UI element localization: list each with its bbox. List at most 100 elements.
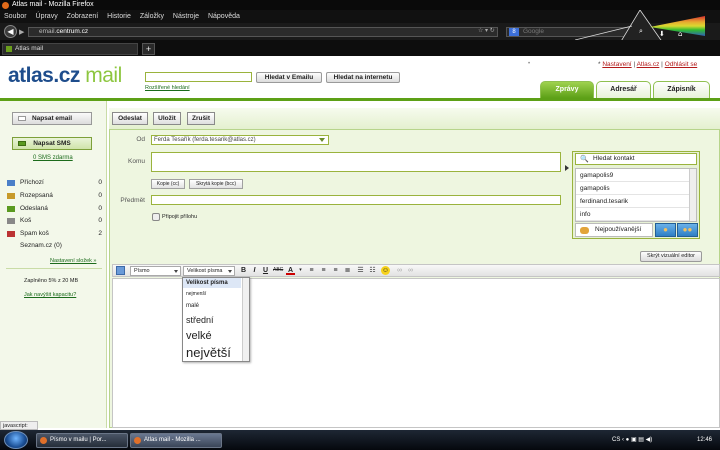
numbered-list-icon[interactable]: ☷ bbox=[368, 266, 377, 275]
write-email-button[interactable]: Napsat email bbox=[12, 112, 92, 125]
url-domain: centrum.cz bbox=[56, 28, 89, 35]
size-option-small[interactable]: malé bbox=[186, 303, 199, 309]
bold-button[interactable]: B bbox=[239, 266, 248, 275]
write-sms-button[interactable]: Napsat SMS bbox=[12, 137, 92, 150]
contact-list-scrollbar[interactable] bbox=[689, 169, 696, 221]
to-field[interactable] bbox=[151, 152, 561, 172]
to-label: Komu bbox=[128, 158, 145, 165]
cancel-button[interactable]: Zrušit bbox=[187, 112, 215, 125]
bullet-list-icon[interactable]: ☰ bbox=[356, 266, 365, 275]
font-select[interactable]: Písmo bbox=[130, 266, 181, 276]
search-icon[interactable]: ⌕ bbox=[639, 27, 643, 35]
menu-zalozky[interactable]: Záložky bbox=[140, 13, 164, 20]
align-right-icon[interactable]: ≡ bbox=[331, 266, 340, 275]
url-bar[interactable]: email.centrum.cz bbox=[28, 27, 498, 37]
tab-title: Atlas mail bbox=[15, 45, 44, 52]
attach-button[interactable]: Připojit přílohu bbox=[152, 213, 197, 221]
back-button[interactable]: ◀ bbox=[4, 25, 17, 38]
single-contact-icon[interactable]: ● bbox=[655, 223, 676, 237]
size-option-smallest[interactable]: nejmenší bbox=[186, 291, 206, 297]
folder-name: Odeslaná bbox=[20, 205, 48, 212]
menu-historie[interactable]: Historie bbox=[107, 13, 131, 20]
search-web-button[interactable]: Hledat na internetu bbox=[326, 72, 400, 83]
language-indicator[interactable]: CS bbox=[612, 437, 620, 443]
atlas-mail-logo[interactable]: atlas.cz mail bbox=[8, 64, 122, 88]
new-tab-button[interactable]: + bbox=[142, 43, 155, 55]
size-option-large[interactable]: velké bbox=[186, 330, 212, 342]
folder-settings-link[interactable]: Nastavení složek » bbox=[50, 258, 96, 264]
dropdown-scrollbar[interactable] bbox=[242, 278, 249, 361]
size-option-medium[interactable]: střední bbox=[186, 315, 214, 325]
settings-link[interactable]: Nastavení bbox=[602, 61, 631, 68]
forward-button[interactable]: ▶ bbox=[19, 28, 27, 36]
task-label: Atlas mail - Mozilla ... bbox=[144, 437, 201, 443]
from-value: Ferda Tesařík (ferda.tesarik@atlas.cz) bbox=[154, 137, 256, 143]
font-size-select[interactable]: Velikost písma bbox=[183, 266, 235, 276]
strikethrough-button[interactable]: ABC bbox=[273, 266, 283, 275]
folder-trash[interactable]: Koš 0 bbox=[6, 216, 102, 226]
align-center-icon[interactable]: ≡ bbox=[319, 266, 328, 275]
text-color-button[interactable]: A bbox=[286, 266, 295, 275]
folder-sent[interactable]: Odeslaná 0 bbox=[6, 204, 102, 214]
most-used-contacts-tab[interactable]: Nejpoužívanější bbox=[575, 223, 653, 237]
folder-inbox[interactable]: Příchozí 0 bbox=[6, 178, 102, 188]
window-title: Atlas mail - Mozilla Firefox bbox=[12, 1, 94, 8]
save-button[interactable]: Uložit bbox=[153, 112, 181, 125]
contact-search-input[interactable]: 🔍 Hledat kontakt bbox=[575, 153, 697, 165]
contact-item[interactable]: gamapolis9 bbox=[576, 169, 696, 182]
taskbar-item-atlas[interactable]: Atlas mail - Mozilla ... bbox=[130, 433, 222, 448]
atlas-link[interactable]: Atlas.cz bbox=[637, 61, 660, 68]
link-icon[interactable]: ∞ bbox=[395, 266, 404, 275]
bcc-button[interactable]: Skrytá kopie (bcc) bbox=[189, 179, 243, 189]
logout-link[interactable]: Odhlásit se bbox=[665, 61, 698, 68]
hide-editor-button[interactable]: Skrýt vizuální editor bbox=[640, 251, 702, 262]
folder-spam[interactable]: Spam koš 2 bbox=[6, 229, 102, 239]
expand-arrow-icon[interactable] bbox=[565, 165, 569, 171]
align-left-icon[interactable]: ≡ bbox=[307, 266, 316, 275]
tab-zapisnik[interactable]: Zápisník bbox=[653, 81, 710, 98]
contact-item[interactable]: gamapolis bbox=[576, 182, 696, 195]
italic-button[interactable]: I bbox=[250, 266, 259, 275]
sms-free-link[interactable]: 0 SMS zdarma bbox=[33, 155, 73, 161]
folder-count: 0 bbox=[98, 205, 102, 212]
tab-zpravy[interactable]: Zprávy bbox=[540, 81, 594, 98]
search-engine-placeholder: Google bbox=[523, 28, 544, 35]
contact-item[interactable]: info bbox=[576, 208, 696, 221]
size-option-largest[interactable]: největší bbox=[186, 345, 231, 360]
from-select[interactable]: Ferda Tesařík (ferda.tesarik@atlas.cz) bbox=[151, 135, 329, 145]
underline-button[interactable]: U bbox=[261, 266, 270, 275]
contact-item[interactable]: ferdinand.tesarik bbox=[576, 195, 696, 208]
quota-link[interactable]: Jak navýšit kapacitu? bbox=[24, 292, 76, 298]
align-justify-icon[interactable]: ≣ bbox=[343, 266, 352, 275]
download-icon[interactable]: ⬇ bbox=[659, 30, 665, 38]
folder-seznam[interactable]: Seznam.cz (0) bbox=[6, 241, 102, 251]
color-dropdown-icon[interactable]: ▾ bbox=[296, 266, 305, 275]
menu-zobrazeni[interactable]: Zobrazení bbox=[67, 13, 99, 20]
send-button[interactable]: Odeslat bbox=[112, 112, 148, 125]
start-button[interactable] bbox=[4, 431, 28, 449]
subject-field[interactable] bbox=[151, 195, 561, 205]
menu-nastroje[interactable]: Nástroje bbox=[173, 13, 199, 20]
cc-button[interactable]: Kopie (cc) bbox=[151, 179, 185, 189]
menu-upravy[interactable]: Úpravy bbox=[36, 13, 58, 20]
folder-count: 0 bbox=[98, 179, 102, 186]
taskbar-item-pismo[interactable]: Písmo v mailu | Por... bbox=[36, 433, 128, 448]
group-contacts-icon[interactable]: ●● bbox=[677, 223, 698, 237]
home-icon[interactable]: ⌂ bbox=[678, 30, 682, 38]
menu-napoveda[interactable]: Nápověda bbox=[208, 13, 240, 20]
search-email-button[interactable]: Hledat v Emailu bbox=[256, 72, 322, 83]
drafts-icon bbox=[7, 193, 15, 199]
clock[interactable]: 12:46 bbox=[697, 437, 712, 443]
tray-icons[interactable]: ‹ ● ▣ ▤ ◀) bbox=[622, 437, 652, 443]
browser-tab-atlas[interactable]: Atlas mail bbox=[2, 43, 138, 55]
window-titlebar: Atlas mail - Mozilla Firefox bbox=[0, 0, 720, 10]
smiley-icon[interactable]: ☺ bbox=[381, 266, 390, 275]
tab-adresar[interactable]: Adresář bbox=[596, 81, 651, 98]
unlink-icon[interactable]: ∞ bbox=[406, 266, 415, 275]
reload-icon[interactable]: ☆ ▾ ↻ bbox=[478, 27, 495, 34]
folder-drafts[interactable]: Rozepsaná 0 bbox=[6, 191, 102, 201]
menu-soubor[interactable]: Soubor bbox=[4, 13, 27, 20]
mail-search-input[interactable] bbox=[145, 72, 252, 82]
source-icon[interactable] bbox=[116, 266, 125, 275]
advanced-search-link[interactable]: Rozšířené hledání bbox=[145, 85, 190, 91]
